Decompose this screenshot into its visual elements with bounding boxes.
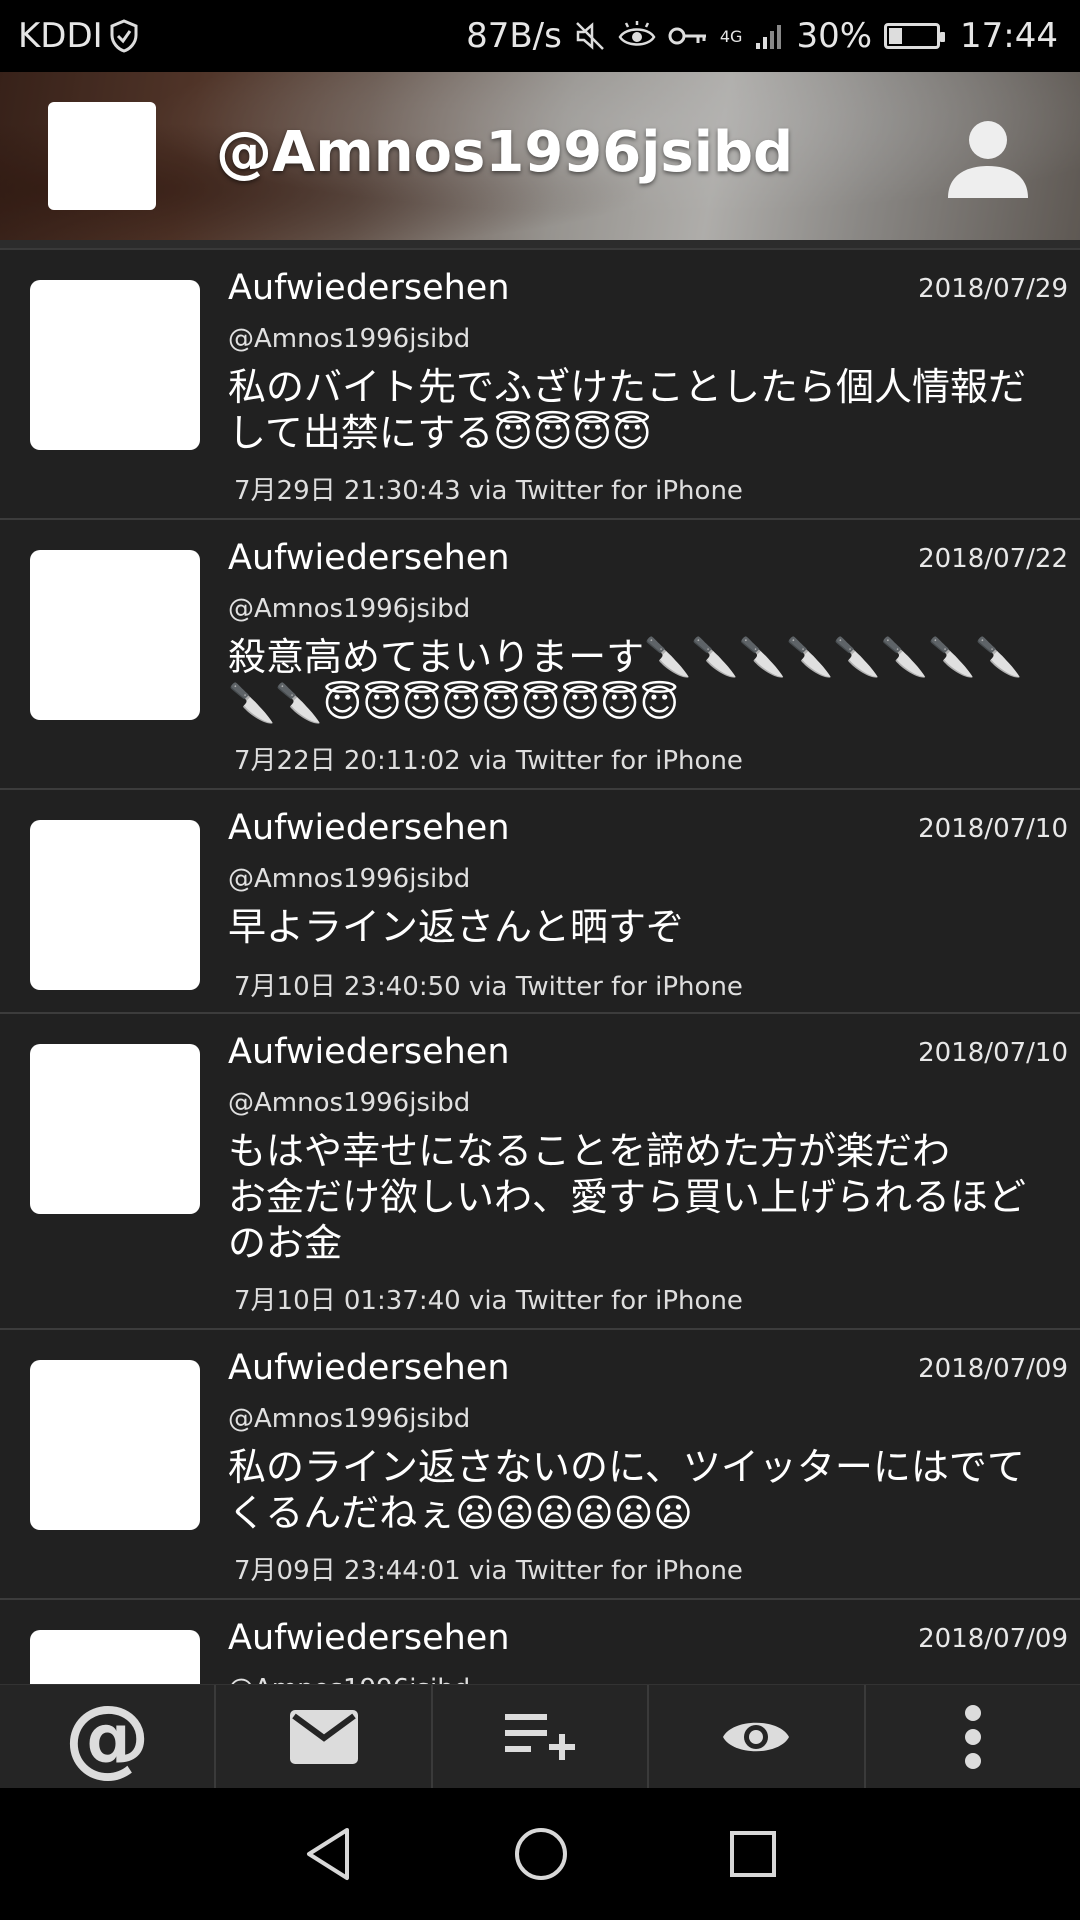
battery-percent: 30% <box>796 16 873 56</box>
tweet-author-name: Aufwiedersehen <box>228 1348 510 1388</box>
tweet-author-name: Aufwiedersehen <box>228 538 510 578</box>
tweet-meta: 7月29日 21:30:43 via Twitter for iPhone <box>234 476 743 506</box>
messages-button[interactable] <box>216 1685 433 1789</box>
tweet-date: 2018/07/29 <box>918 274 1068 304</box>
tweet-meta: 7月10日 23:40:50 via Twitter for iPhone <box>234 972 743 1002</box>
signal-icon <box>756 25 782 49</box>
tweet-date: 2018/07/10 <box>918 814 1068 844</box>
more-options-button[interactable] <box>866 1685 1080 1789</box>
tweet-handle: @Amnos1996jsibd <box>228 864 471 894</box>
tweet-text: 私のバイト先でふざけたことしたら個人情報だして出禁にする😇😇😇😇 <box>228 365 1027 455</box>
tweet-handle: @Amnos1996jsibd <box>228 324 471 354</box>
tweet-text: もはや幸せになることを諦めた方が楽だわ お金だけ欲しいわ、愛すら買い上げられるほ… <box>228 1129 1027 1265</box>
tweet-avatar[interactable] <box>30 1044 200 1214</box>
tweet-item[interactable]: Aufwiedersehen 2018/07/10 @Amnos1996jsib… <box>0 790 1080 1014</box>
tweet-list[interactable]: Aufwiedersehen 2018/07/29 @Amnos1996jsib… <box>0 250 1080 1684</box>
action-bar: @ <box>0 1684 1080 1789</box>
header-divider <box>0 240 1080 250</box>
eye-comfort-icon <box>618 21 656 46</box>
tweet-author-name: Aufwiedersehen <box>228 1618 510 1658</box>
tweet-item[interactable]: Aufwiedersehen 2018/07/29 @Amnos1996jsib… <box>0 250 1080 520</box>
tweet-item[interactable]: Aufwiedersehen 2018/07/09 @Amnos1996jsib… <box>0 1600 1080 1684</box>
tweet-date: 2018/07/09 <box>918 1354 1068 1384</box>
tweet-date: 2018/07/09 <box>918 1624 1068 1654</box>
tweet-avatar[interactable] <box>30 1630 200 1684</box>
net-speed: 87B/s <box>466 16 562 56</box>
tweet-text: 早よライン返さんと晒すぞ <box>228 905 685 949</box>
tweet-meta: 7月22日 20:11:02 via Twitter for iPhone <box>234 746 743 776</box>
mention-button[interactable]: @ <box>0 1685 217 1789</box>
tweet-handle: @Amnos1996jsibd <box>228 594 471 624</box>
tweet-text: 殺意高めてまいりまーす🔪🔪🔪🔪🔪🔪🔪🔪🔪🔪😇😇😇😇😇😇😇😇😇 <box>228 635 1023 725</box>
tweet-handle: @Amnos1996jsibd <box>228 1404 471 1434</box>
tweet-item[interactable]: Aufwiedersehen 2018/07/10 @Amnos1996jsib… <box>0 1014 1080 1330</box>
tweet-meta: 7月09日 23:44:01 via Twitter for iPhone <box>234 1556 743 1586</box>
tweet-item[interactable]: Aufwiedersehen 2018/07/22 @Amnos1996jsib… <box>0 520 1080 790</box>
mail-icon <box>289 1710 358 1764</box>
tweet-avatar[interactable] <box>30 820 200 990</box>
tweet-handle: @Amnos1996jsibd <box>228 1088 471 1118</box>
profile-header: @Amnos1996jsibd <box>0 72 1080 240</box>
tweet-text: 私のライン返さないのに、ツイッターにはでてくるんだねぇ😦😦😦😦😦😦 <box>228 1445 1025 1535</box>
clock: 17:44 <box>960 16 1058 56</box>
mute-icon <box>575 22 604 50</box>
at-icon: @ <box>64 1687 151 1787</box>
tweet-item[interactable]: Aufwiedersehen 2018/07/09 @Amnos1996jsib… <box>0 1330 1080 1600</box>
eye-icon <box>723 1722 790 1752</box>
tweet-author-name: Aufwiedersehen <box>228 268 510 308</box>
page-title: @Amnos1996jsibd <box>216 120 794 185</box>
watch-button[interactable] <box>649 1685 866 1789</box>
tweet-meta: 7月10日 01:37:40 via Twitter for iPhone <box>234 1286 743 1316</box>
account-icon[interactable] <box>946 114 1030 198</box>
user-avatar[interactable] <box>48 102 156 210</box>
back-icon[interactable] <box>303 1826 353 1882</box>
tweet-avatar[interactable] <box>30 550 200 720</box>
network-type: 4G <box>719 26 743 46</box>
shield-check-icon <box>110 19 138 53</box>
tweet-handle: @Amnos1996jsibd <box>228 1674 470 1684</box>
add-to-list-button[interactable] <box>433 1685 650 1789</box>
system-nav-bar <box>0 1788 1080 1920</box>
home-icon[interactable] <box>513 1826 569 1882</box>
more-vert-icon <box>964 1705 981 1769</box>
tweet-author-name: Aufwiedersehen <box>228 1032 510 1072</box>
key-icon <box>668 27 706 45</box>
tweet-avatar[interactable] <box>30 280 200 450</box>
playlist-add-icon <box>505 1714 576 1760</box>
carrier-label: KDDI <box>18 16 103 56</box>
status-bar: KDDI 87B/s 4G 30% 17:44 <box>0 0 1080 72</box>
battery-icon <box>884 23 946 49</box>
tweet-avatar[interactable] <box>30 1360 200 1530</box>
tweet-author-name: Aufwiedersehen <box>228 808 510 848</box>
tweet-date: 2018/07/10 <box>918 1038 1068 1068</box>
tweet-date: 2018/07/22 <box>918 544 1068 574</box>
recents-icon[interactable] <box>729 1830 777 1878</box>
